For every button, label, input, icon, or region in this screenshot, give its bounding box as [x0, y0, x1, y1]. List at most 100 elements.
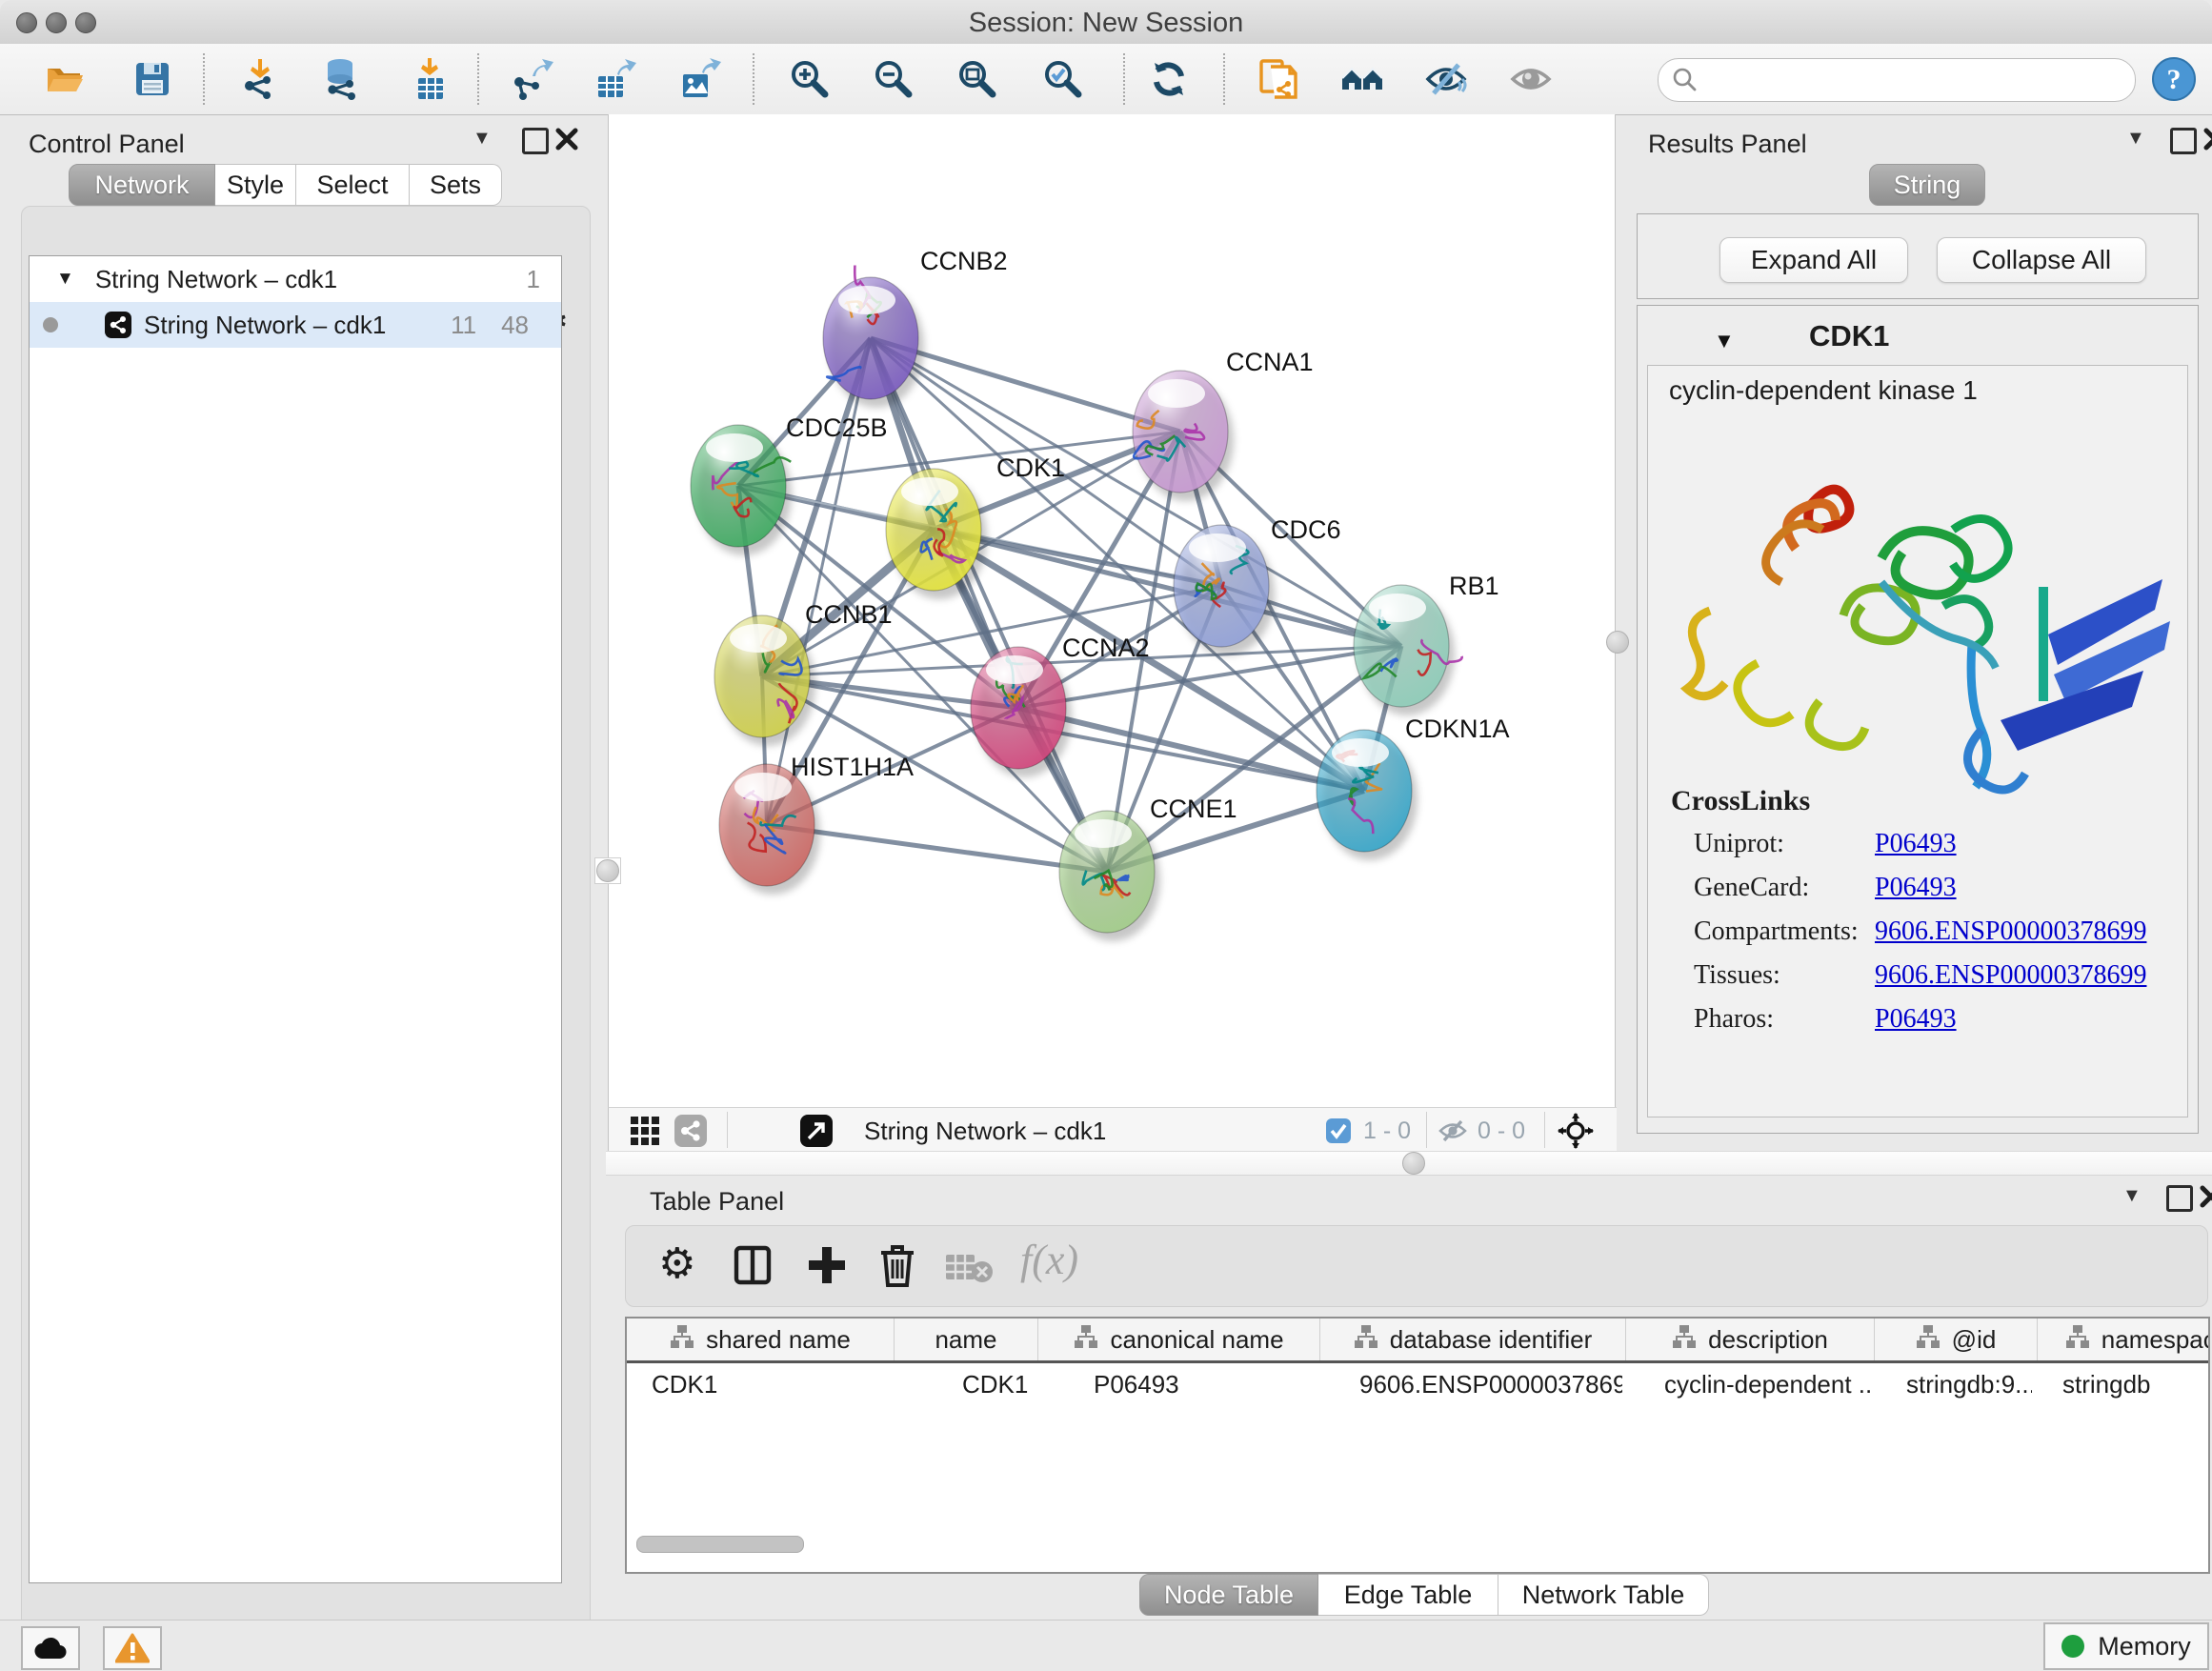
network-label: String Network – cdk1	[144, 311, 386, 340]
column-header-canonical-name[interactable]: canonical name	[1038, 1319, 1320, 1360]
horizontal-scrollbar-thumb[interactable]	[636, 1536, 804, 1553]
column-header-namespace[interactable]: namespace	[2038, 1319, 2210, 1360]
crosslink-value-link[interactable]: P06493	[1875, 1004, 1957, 1035]
table-header-row: shared name name canonical name database…	[627, 1319, 2210, 1363]
close-panel-icon[interactable]	[2199, 1184, 2212, 1209]
table-panel: Table Panel ▼ ⚙ f(x	[606, 1174, 2212, 1620]
show-all-icon[interactable]	[1509, 57, 1553, 101]
column-header-id[interactable]: @id	[1875, 1319, 2038, 1360]
entry-expander-icon[interactable]: ▼	[1714, 329, 1735, 353]
node-label-CDC6: CDC6	[1271, 515, 1341, 544]
table-row[interactable]: CDK1 CDK1 P06493 9606.ENSP00000378699 cy…	[627, 1363, 2210, 1405]
export-image-icon[interactable]	[677, 57, 721, 101]
network-view-toolbar: String Network – cdk1 1 - 0 0 - 0	[608, 1107, 1617, 1152]
panel-menu-icon[interactable]: ▼	[2122, 1185, 2142, 1207]
detach-view-icon[interactable]	[799, 1114, 834, 1148]
tab-edge-table[interactable]: Edge Table	[1318, 1574, 1498, 1616]
entry-detail-box: cyclin-dependent kinase 1	[1647, 365, 2188, 1117]
open-session-icon[interactable]	[44, 57, 88, 101]
save-session-icon[interactable]	[131, 57, 174, 101]
cell-canonical-name[interactable]: P06493	[1036, 1363, 1317, 1405]
zoom-fit-icon[interactable]	[955, 57, 999, 101]
tab-network-table[interactable]: Network Table	[1498, 1574, 1709, 1616]
crosslink-row: Pharos: P06493	[1694, 1004, 2151, 1048]
collection-expander-icon[interactable]: ▼	[56, 269, 74, 290]
crosslink-value-link[interactable]: P06493	[1875, 873, 1957, 903]
apply-function-icon: f(x)	[1020, 1236, 1078, 1284]
network-canvas-svg[interactable]: CCNB2CCNA1CDC25BCDK1CDC6RB1CCNB1CCNA2CDK…	[609, 114, 1615, 1107]
cell-namespace[interactable]: stringdb	[2032, 1363, 2210, 1405]
zoom-out-icon[interactable]	[872, 57, 915, 101]
column-header-name[interactable]: name	[895, 1319, 1038, 1360]
grid-view-icon[interactable]	[630, 1116, 660, 1146]
float-panel-icon[interactable]	[2170, 128, 2197, 154]
crosslink-value-link[interactable]: P06493	[1875, 829, 1957, 859]
add-column-icon[interactable]	[805, 1243, 849, 1287]
zoom-in-icon[interactable]	[788, 57, 832, 101]
panel-menu-icon[interactable]: ▼	[2126, 128, 2145, 150]
vertical-splitter[interactable]	[594, 857, 621, 884]
warnings-button[interactable]	[103, 1626, 162, 1670]
memory-status-button[interactable]: Memory	[2043, 1622, 2209, 1670]
zoom-selected-icon[interactable]	[1041, 57, 1085, 101]
collapse-all-button[interactable]: Collapse All	[1937, 237, 2146, 283]
expand-all-button[interactable]: Expand All	[1719, 237, 1908, 283]
cell-description[interactable]: cyclin-dependent ...	[1622, 1363, 1870, 1405]
import-table-from-file-icon[interactable]	[409, 57, 452, 101]
cell-database-identifier[interactable]: 9606.ENSP00000378699	[1317, 1363, 1622, 1405]
cloud-status-button[interactable]	[21, 1626, 80, 1670]
tab-sets[interactable]: Sets	[410, 164, 502, 206]
column-header-database-identifier[interactable]: database identifier	[1320, 1319, 1626, 1360]
delete-table-icon	[944, 1251, 994, 1283]
hidden-node-edge-counts: 0 - 0	[1478, 1117, 1525, 1145]
cell-shared-name[interactable]: CDK1	[627, 1363, 894, 1405]
float-panel-icon[interactable]	[522, 128, 549, 154]
close-panel-icon[interactable]	[2202, 127, 2212, 151]
node-label-CDKN1A: CDKN1A	[1405, 715, 1510, 743]
hide-selection-icon[interactable]	[1424, 57, 1468, 101]
protein-structure-image	[1667, 415, 2182, 815]
crosslinks-title: CrossLinks	[1671, 785, 1810, 817]
splitter-handle[interactable]	[1402, 1152, 1425, 1175]
export-network-icon[interactable]	[510, 57, 553, 101]
selected-checkbox-icon[interactable]	[1325, 1117, 1352, 1144]
node-table: shared name name canonical name database…	[625, 1317, 2210, 1574]
search-input[interactable]	[1708, 63, 2122, 97]
network-collection-row[interactable]: ▼ String Network – cdk1 1	[30, 256, 561, 302]
share-document-icon[interactable]	[1257, 57, 1301, 101]
panel-menu-icon[interactable]: ▼	[473, 128, 492, 150]
import-network-from-file-icon[interactable]	[238, 57, 282, 101]
tab-node-table[interactable]: Node Table	[1139, 1574, 1318, 1616]
first-neighbors-icon[interactable]	[1340, 57, 1384, 101]
show-columns-icon[interactable]	[731, 1243, 774, 1287]
cell-id[interactable]: stringdb:9...	[1870, 1363, 2032, 1405]
tab-network[interactable]: Network	[69, 164, 215, 206]
tab-string[interactable]: String	[1869, 164, 1985, 206]
close-panel-icon[interactable]	[554, 127, 579, 151]
node-label-CCNA1: CCNA1	[1226, 348, 1314, 376]
network-view-canvas[interactable]: CCNB2CCNA1CDC25BCDK1CDC6RB1CCNB1CCNA2CDK…	[608, 114, 1616, 1107]
cell-name[interactable]: CDK1	[894, 1363, 1036, 1405]
column-header-shared-name[interactable]: shared name	[627, 1319, 895, 1360]
splitter-handle[interactable]	[596, 859, 619, 882]
help-icon[interactable]: ?	[2151, 56, 2197, 102]
fit-selected-crosshair-icon[interactable]	[1558, 1113, 1594, 1149]
delete-column-icon[interactable]	[875, 1241, 919, 1289]
crosslink-value-link[interactable]: 9606.ENSP00000378699	[1875, 916, 2146, 947]
network-view-mode-icon[interactable]	[674, 1114, 708, 1148]
network-edge-count: 48	[501, 311, 529, 340]
tab-style[interactable]: Style	[215, 164, 296, 206]
column-type-icon	[1074, 1324, 1098, 1349]
tab-select[interactable]: Select	[296, 164, 410, 206]
column-header-description[interactable]: description	[1626, 1319, 1875, 1360]
network-row[interactable]: String Network – cdk1 11 48	[30, 302, 561, 348]
svg-text:?: ?	[2167, 64, 2182, 95]
float-panel-icon[interactable]	[2166, 1185, 2193, 1212]
crosslink-value-link[interactable]: 9606.ENSP00000378699	[1875, 960, 2146, 991]
horizontal-splitter[interactable]	[606, 1151, 2212, 1176]
collection-label: String Network – cdk1	[95, 265, 337, 294]
import-network-from-database-icon[interactable]	[321, 57, 365, 101]
export-table-icon[interactable]	[593, 57, 636, 101]
table-options-gear-icon[interactable]: ⚙	[658, 1239, 695, 1288]
refresh-icon[interactable]	[1147, 57, 1191, 101]
